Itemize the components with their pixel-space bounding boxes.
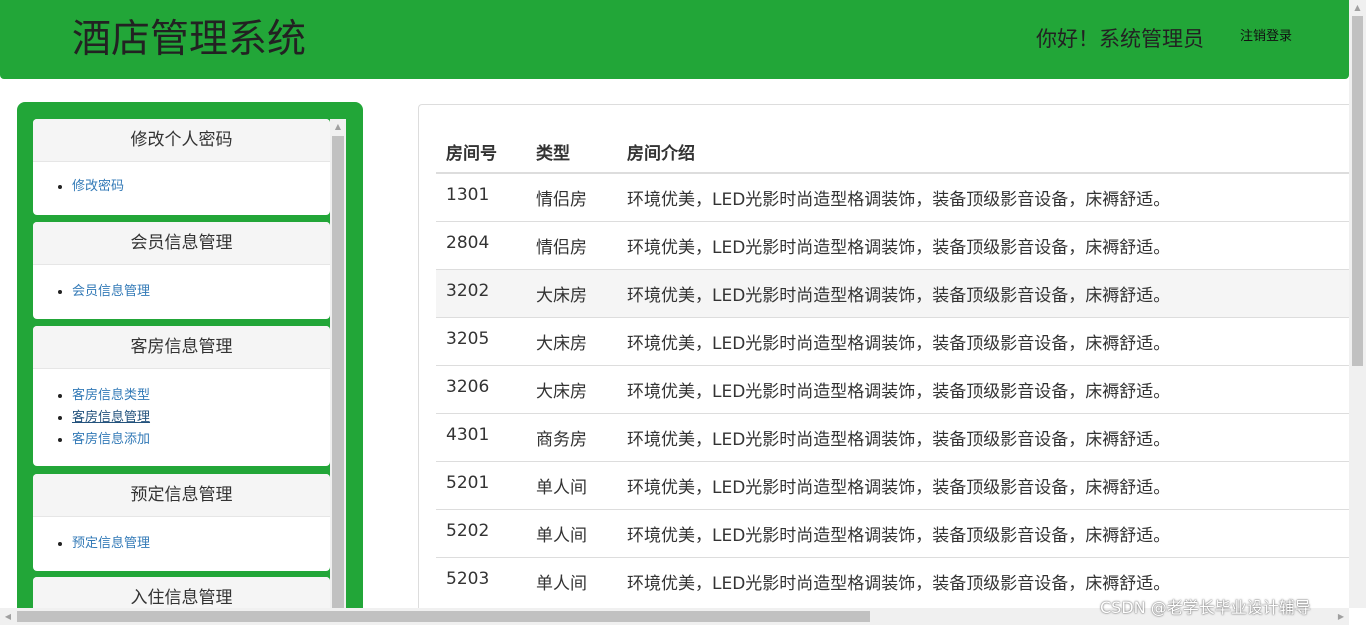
menu-item-room-manage: 客房信息管理	[72, 407, 330, 429]
triangle-up-icon[interactable]: ▲	[330, 119, 346, 135]
app-title: 酒店管理系统	[72, 17, 307, 62]
triangle-left-icon[interactable]: ◀	[0, 608, 16, 625]
menu-item-room-add: 客房信息添加	[72, 429, 330, 451]
change-password-link[interactable]: 修改密码	[72, 179, 124, 194]
panel-title-password: 修改个人密码	[33, 119, 330, 162]
menu-item-change-password: 修改密码	[72, 176, 330, 198]
cell-room-type: 商务房	[526, 412, 617, 461]
cell-room-description: 环境优美，LED光影时尚造型格调装饰，装备顶级影音设备，床褥舒适。	[617, 412, 1350, 461]
room-table-panel: 房间号 类型 房间介绍 1301 情侣房 环境优美，LED光影时尚造型格调装饰，…	[418, 104, 1350, 615]
page-horizontal-scroll-thumb[interactable]	[17, 611, 870, 622]
table-row: 5201 单人间 环境优美，LED光影时尚造型格调装饰，装备顶级影音设备，床褥舒…	[436, 460, 1350, 509]
cell-room-type: 情侣房	[526, 220, 617, 269]
cell-room-number: 1301	[436, 172, 526, 221]
menu-item-room-type: 客房信息类型	[72, 385, 330, 407]
sidebar-menu: 修改个人密码 修改密码 会员信息管理 会员信息管理 客房信息管理 客房信息类型 …	[33, 118, 330, 625]
table-header-row: 房间号 类型 房间介绍	[436, 120, 1350, 174]
cell-room-description: 环境优美，LED光影时尚造型格调装饰，装备顶级影音设备，床褥舒适。	[617, 268, 1350, 317]
cell-room-type: 单人间	[526, 556, 617, 605]
room-manage-link[interactable]: 客房信息管理	[72, 410, 150, 425]
cell-room-description: 环境优美，LED光影时尚造型格调装饰，装备顶级影音设备，床褥舒适。	[617, 364, 1350, 413]
table-row: 2804 情侣房 环境优美，LED光影时尚造型格调装饰，装备顶级影音设备，床褥舒…	[436, 220, 1350, 269]
cell-room-number: 5202	[436, 508, 526, 557]
cell-room-description: 环境优美，LED光影时尚造型格调装饰，装备顶级影音设备，床褥舒适。	[617, 172, 1350, 221]
triangle-right-icon[interactable]: ▶	[1333, 608, 1349, 625]
member-manage-link[interactable]: 会员信息管理	[72, 284, 150, 299]
column-header-type: 类型	[526, 120, 617, 174]
room-type-link[interactable]: 客房信息类型	[72, 388, 150, 403]
sidebar: 修改个人密码 修改密码 会员信息管理 会员信息管理 客房信息管理 客房信息类型 …	[17, 102, 363, 625]
table-row: 3206 大床房 环境优美，LED光影时尚造型格调装饰，装备顶级影音设备，床褥舒…	[436, 364, 1350, 413]
panel-password: 修改个人密码 修改密码	[33, 119, 330, 215]
panel-room: 客房信息管理 客房信息类型 客房信息管理 客房信息添加	[33, 326, 330, 466]
room-add-link[interactable]: 客房信息添加	[72, 432, 150, 447]
cell-room-number: 3205	[436, 316, 526, 365]
cell-room-description: 环境优美，LED光影时尚造型格调装饰，装备顶级影音设备，床褥舒适。	[617, 220, 1350, 269]
page-vertical-scroll-thumb[interactable]	[1352, 16, 1363, 366]
panel-title-booking: 预定信息管理	[33, 474, 330, 517]
cell-room-type: 大床房	[526, 364, 617, 413]
cell-room-type: 单人间	[526, 460, 617, 509]
column-header-description: 房间介绍	[617, 120, 1350, 174]
cell-room-type: 大床房	[526, 268, 617, 317]
panel-title-member: 会员信息管理	[33, 222, 330, 265]
watermark-text: CSDN @老学长毕业设计辅导	[1100, 598, 1311, 617]
cell-room-number: 3206	[436, 364, 526, 413]
top-header-bar: 酒店管理系统 你好！系统管理员 注销登录	[0, 0, 1349, 79]
table-row: 4301 商务房 环境优美，LED光影时尚造型格调装饰，装备顶级影音设备，床褥舒…	[436, 412, 1350, 461]
panel-title-room: 客房信息管理	[33, 326, 330, 369]
panel-member: 会员信息管理 会员信息管理	[33, 222, 330, 319]
sidebar-scrollbar[interactable]: ▲	[330, 119, 346, 610]
room-table: 房间号 类型 房间介绍 1301 情侣房 环境优美，LED光影时尚造型格调装饰，…	[436, 120, 1350, 605]
cell-room-number: 3202	[436, 268, 526, 317]
menu-item-member-manage: 会员信息管理	[72, 281, 330, 303]
booking-manage-link[interactable]: 预定信息管理	[72, 536, 150, 551]
page-vertical-scrollbar[interactable]: ▲	[1349, 0, 1366, 608]
panel-booking: 预定信息管理 预定信息管理	[33, 474, 330, 571]
cell-room-description: 环境优美，LED光影时尚造型格调装饰，装备顶级影音设备，床褥舒适。	[617, 316, 1350, 365]
cell-room-type: 情侣房	[526, 172, 617, 221]
column-header-room-number: 房间号	[436, 120, 526, 174]
cell-room-type: 单人间	[526, 508, 617, 557]
cell-room-description: 环境优美，LED光影时尚造型格调装饰，装备顶级影音设备，床褥舒适。	[617, 460, 1350, 509]
table-row: 3205 大床房 环境优美，LED光影时尚造型格调装饰，装备顶级影音设备，床褥舒…	[436, 316, 1350, 365]
cell-room-type: 大床房	[526, 316, 617, 365]
cell-room-number: 5203	[436, 556, 526, 605]
cell-room-number: 5201	[436, 460, 526, 509]
table-row: 5202 单人间 环境优美，LED光影时尚造型格调装饰，装备顶级影音设备，床褥舒…	[436, 508, 1350, 557]
user-greeting: 你好！系统管理员	[1036, 27, 1204, 51]
cell-room-number: 2804	[436, 220, 526, 269]
cell-room-number: 4301	[436, 412, 526, 461]
table-row: 1301 情侣房 环境优美，LED光影时尚造型格调装饰，装备顶级影音设备，床褥舒…	[436, 172, 1350, 221]
cell-room-description: 环境优美，LED光影时尚造型格调装饰，装备顶级影音设备，床褥舒适。	[617, 508, 1350, 557]
logout-link[interactable]: 注销登录	[1240, 28, 1292, 46]
triangle-up-icon[interactable]: ▲	[1349, 0, 1366, 16]
table-row: 3202 大床房 环境优美，LED光影时尚造型格调装饰，装备顶级影音设备，床褥舒…	[436, 268, 1350, 317]
sidebar-scroll-thumb[interactable]	[332, 136, 344, 610]
menu-item-booking-manage: 预定信息管理	[72, 533, 330, 555]
